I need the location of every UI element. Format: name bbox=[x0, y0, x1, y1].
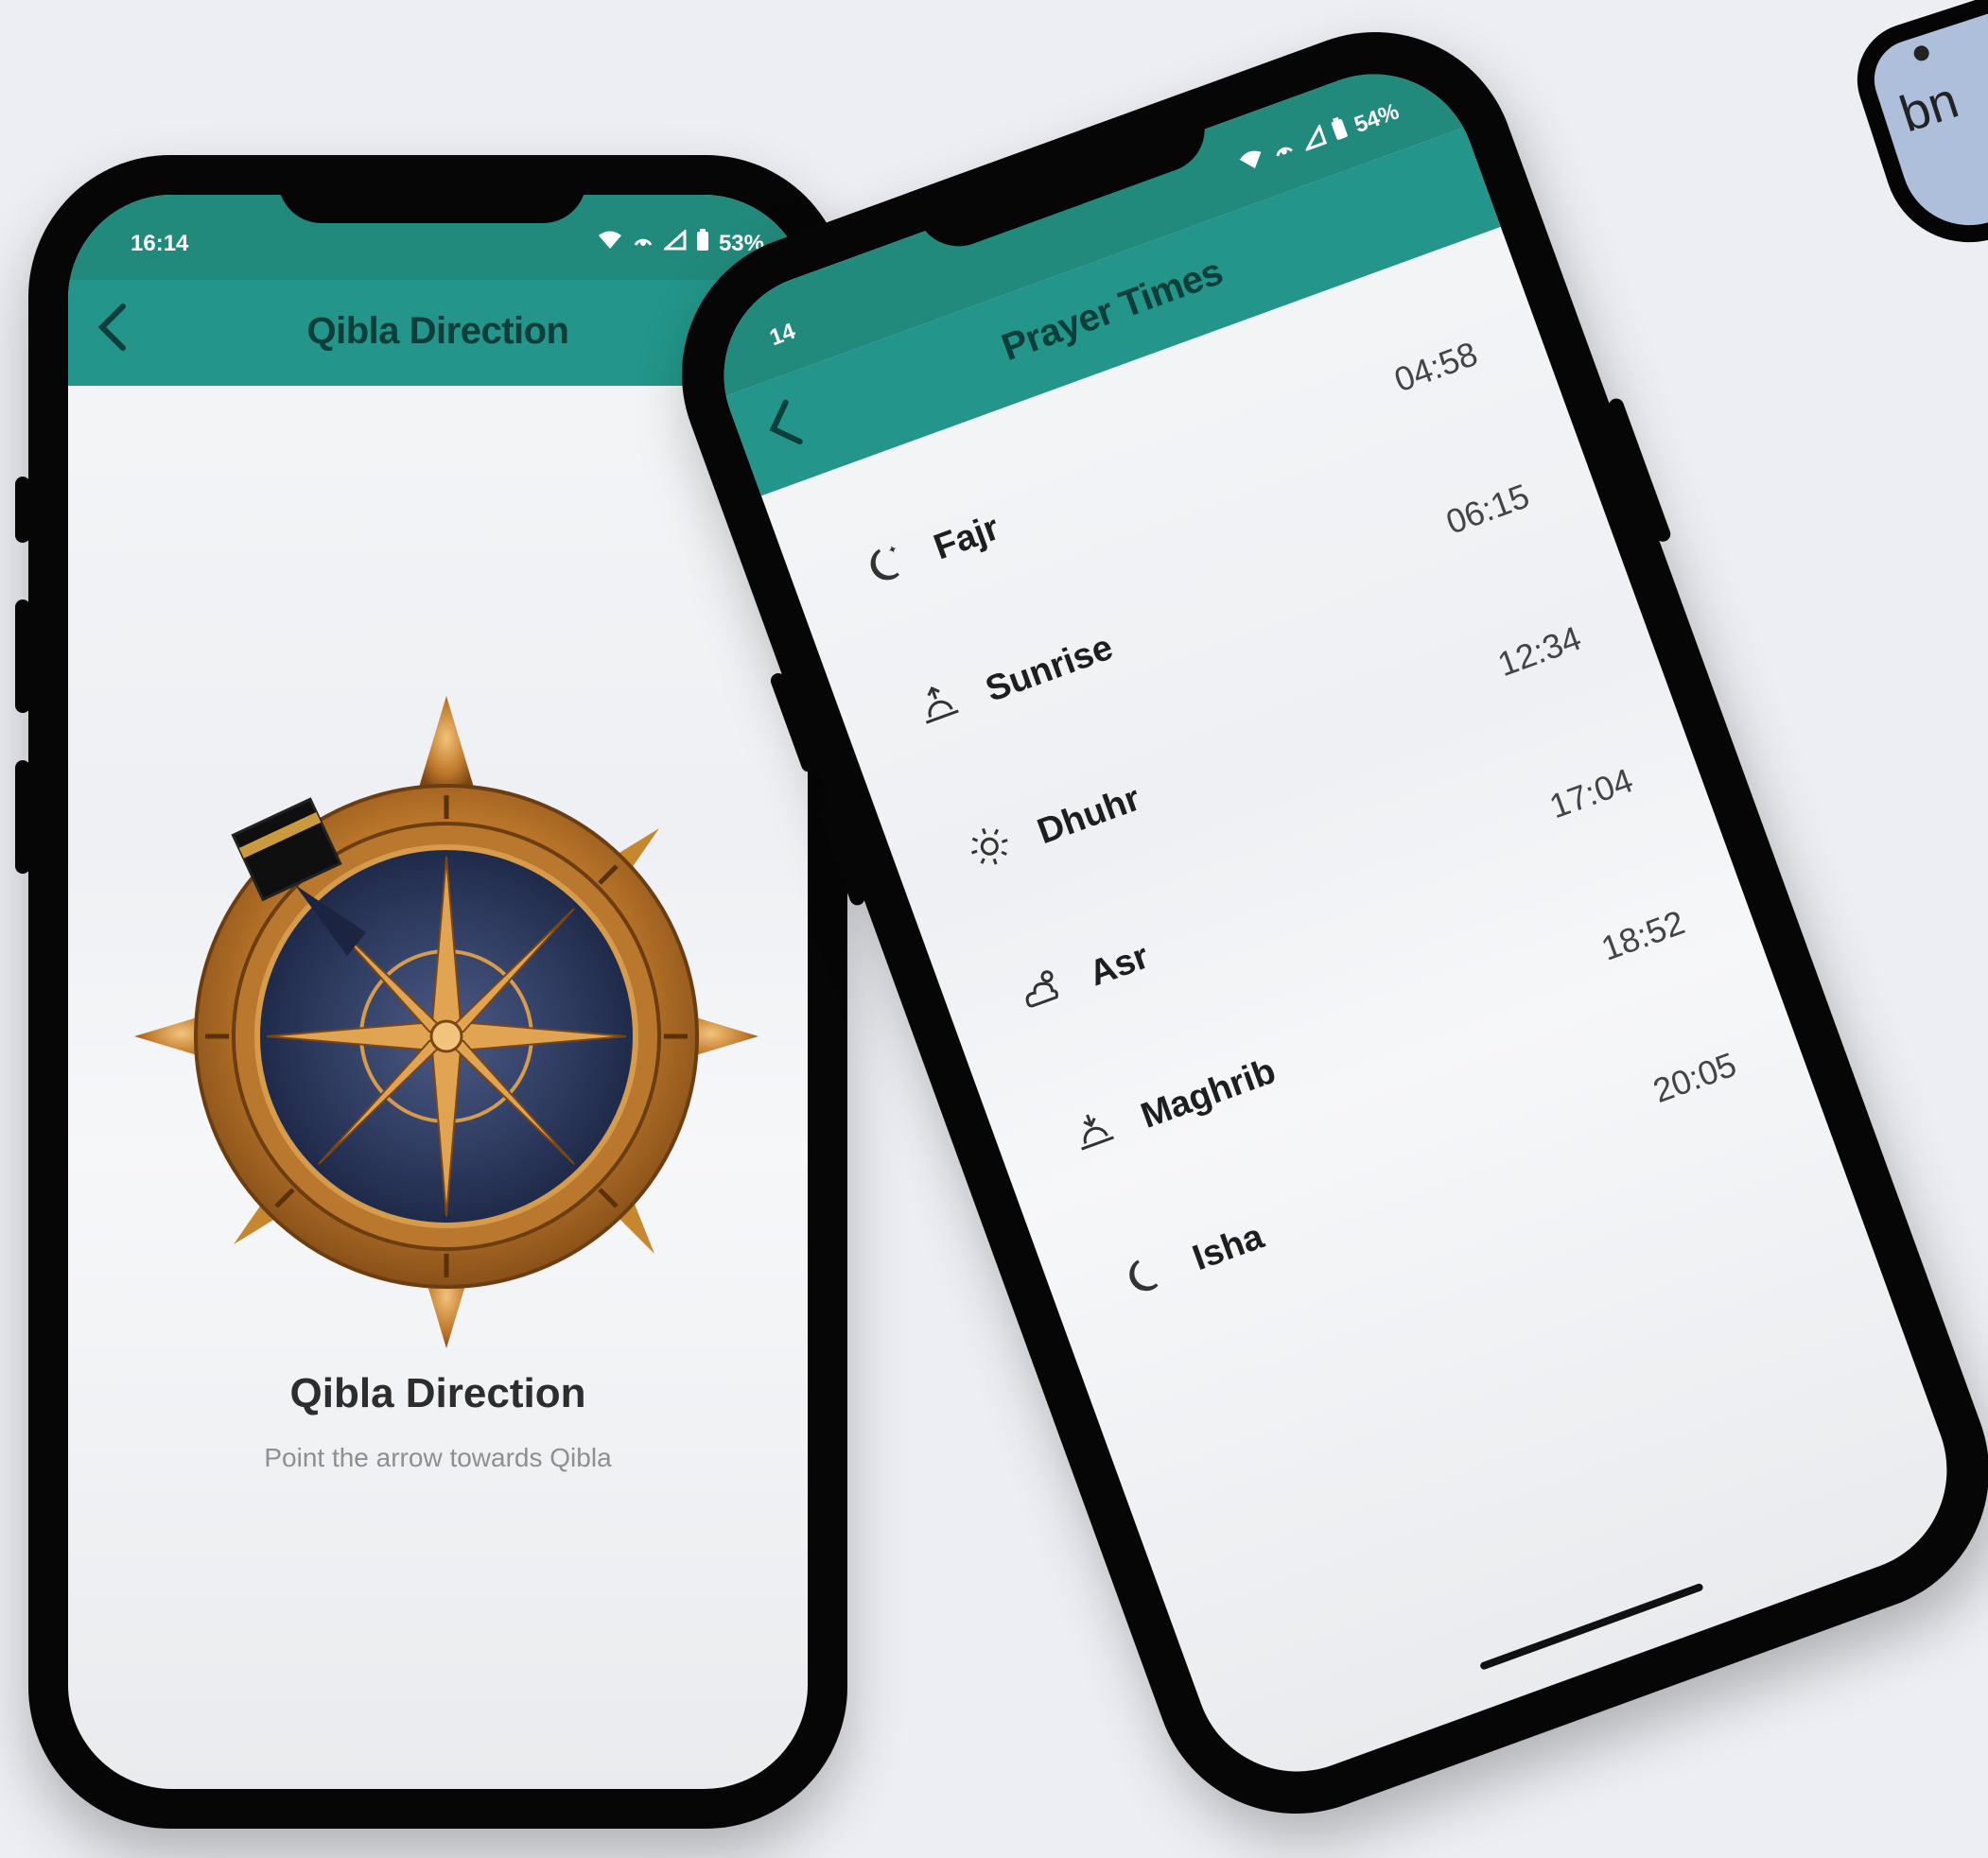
qibla-title: Qibla Direction bbox=[289, 1370, 586, 1416]
prayer-time: 04:58 bbox=[1388, 334, 1483, 400]
prayer-screen: 14 54% Prayer Times ✦ Fajr 04:58 Sunrise… bbox=[695, 45, 1976, 1800]
prayer-time: 20:05 bbox=[1648, 1044, 1742, 1111]
battery-icon bbox=[696, 229, 709, 258]
phone-side-button bbox=[15, 477, 30, 543]
wifi-icon bbox=[1237, 147, 1269, 181]
moon-icon bbox=[1111, 1243, 1182, 1311]
status-time: 16:14 bbox=[131, 231, 189, 256]
svg-text:✦: ✦ bbox=[886, 542, 899, 558]
sunset-icon bbox=[1059, 1102, 1130, 1169]
signal-icon bbox=[662, 228, 687, 257]
wifi-icon bbox=[598, 230, 622, 257]
hotspot-icon bbox=[632, 230, 654, 257]
sunrise-icon bbox=[904, 675, 975, 742]
bubble-dot bbox=[1911, 43, 1931, 63]
status-icons: 53% bbox=[598, 228, 764, 258]
battery-icon bbox=[1329, 115, 1351, 148]
phone-side-button bbox=[1606, 396, 1673, 545]
kaaba-icon bbox=[231, 797, 342, 902]
prayer-time: 17:04 bbox=[1543, 760, 1638, 826]
phone-side-button bbox=[15, 760, 30, 874]
prayer-time: 06:15 bbox=[1440, 476, 1535, 542]
signal-icon bbox=[1299, 123, 1330, 157]
bubble-text: bn bbox=[1892, 71, 1965, 144]
status-time: 14 bbox=[766, 318, 799, 352]
phone-side-button bbox=[15, 599, 30, 713]
prayer-time: 12:34 bbox=[1492, 617, 1586, 685]
chat-bubble-partial: bn bbox=[1842, 0, 1988, 265]
sun-icon bbox=[956, 817, 1027, 884]
cloud-sun-icon bbox=[1007, 960, 1078, 1027]
prayer-time: 18:52 bbox=[1596, 902, 1690, 968]
phone-notch bbox=[278, 155, 586, 223]
qibla-subtitle: Point the arrow towards Qibla bbox=[264, 1443, 612, 1472]
home-indicator[interactable] bbox=[1479, 1582, 1704, 1671]
moon-star-icon: ✦ bbox=[852, 533, 923, 600]
compass-icon bbox=[125, 686, 768, 1367]
hotspot-icon bbox=[1269, 135, 1299, 168]
battery-percent: 54% bbox=[1351, 97, 1403, 138]
